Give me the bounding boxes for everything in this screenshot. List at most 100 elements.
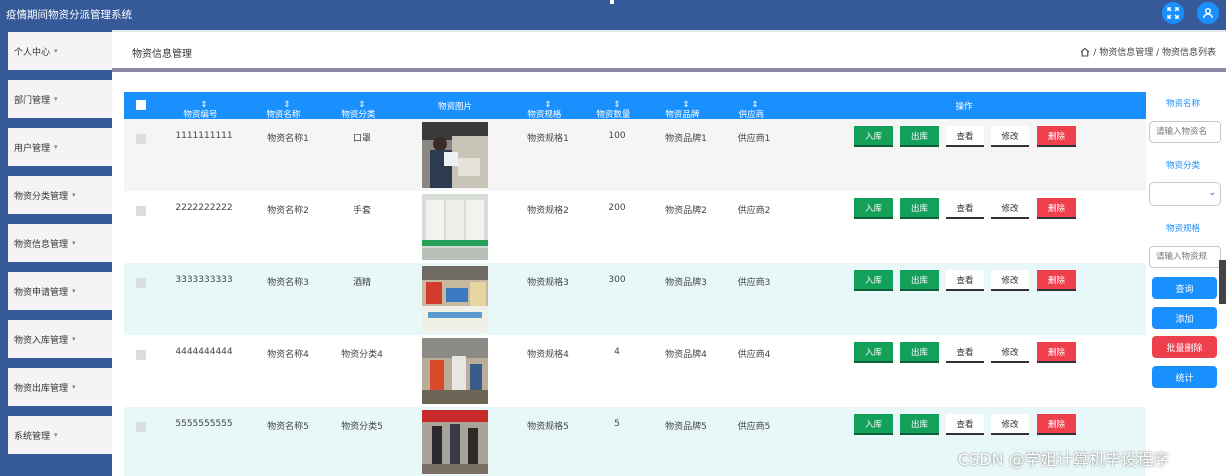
batch-delete-button[interactable]: 批量删除 — [1152, 336, 1217, 358]
cell-code: 2222222222 — [175, 203, 233, 213]
stock-out-button[interactable]: 出库 — [900, 414, 939, 435]
sidebar-item-materials[interactable]: 物资信息管理 ▾ — [8, 224, 112, 262]
caret-down-icon: ▾ — [72, 383, 76, 391]
caret-down-icon: ▾ — [72, 287, 76, 295]
sidebar-item-profile[interactable]: 个人中心 ▾ — [8, 32, 112, 70]
delete-button[interactable]: 删除 — [1037, 414, 1076, 435]
table-row: 2222222222 物资名称2 手套 物资规格2 200 物资品牌2 供应商2… — [124, 191, 1146, 263]
material-photo[interactable] — [422, 338, 488, 404]
breadcrumb-bar: 物资信息管理 / 物资信息管理 / 物资信息列表 — [112, 32, 1226, 68]
sidebar-item-department[interactable]: 部门管理 ▾ — [8, 80, 112, 118]
table-row: 3333333333 物资名称3 酒精 物资规格3 300 物资品牌3 供应商3… — [124, 263, 1146, 335]
cell-category: 物资分类5 — [341, 422, 383, 432]
view-button[interactable]: 查看 — [946, 198, 984, 219]
cell-spec: 物资规格4 — [527, 350, 569, 360]
caret-down-icon: ▾ — [72, 239, 76, 247]
chevron-down-icon: ⌄ — [1208, 188, 1216, 198]
sidebar-item-label: 部门管理 — [14, 95, 51, 106]
edit-button[interactable]: 修改 — [991, 414, 1029, 435]
category-filter-select[interactable]: ⌄ — [1149, 182, 1221, 206]
view-button[interactable]: 查看 — [946, 342, 984, 363]
select-all-checkbox[interactable] — [136, 100, 146, 110]
sidebar-item-label: 系统管理 — [14, 431, 51, 442]
sidebar-item-users[interactable]: 用户管理 ▾ — [8, 128, 112, 166]
column-header-category[interactable]: 物资分类 ⇕ — [341, 100, 375, 120]
spec-filter-label: 物资规格 — [1166, 224, 1201, 234]
stock-in-button[interactable]: 入库 — [854, 414, 893, 435]
stock-in-button[interactable]: 入库 — [854, 270, 893, 291]
cell-supplier: 供应商5 — [737, 422, 771, 432]
cell-name: 物资名称1 — [267, 134, 309, 144]
view-button[interactable]: 查看 — [946, 126, 984, 147]
name-filter-input[interactable] — [1149, 121, 1221, 143]
edit-button[interactable]: 修改 — [991, 342, 1029, 363]
home-icon[interactable] — [1080, 47, 1090, 57]
sidebar-item-label: 物资信息管理 — [14, 239, 69, 250]
sidebar-item-stock-in[interactable]: 物资入库管理 ▾ — [8, 320, 112, 358]
stock-out-button[interactable]: 出库 — [900, 270, 939, 291]
sidebar-item-requests[interactable]: 物资申请管理 ▾ — [8, 272, 112, 310]
column-header-brand[interactable]: 物资品牌 ⇕ — [665, 100, 699, 120]
cell-supplier: 供应商2 — [737, 206, 771, 216]
edit-button[interactable]: 修改 — [991, 198, 1029, 219]
material-photo[interactable] — [422, 266, 488, 332]
sidebar-item-category[interactable]: 物资分类管理 ▾ — [8, 176, 112, 214]
row-checkbox[interactable] — [136, 422, 146, 432]
edit-button[interactable]: 修改 — [991, 270, 1029, 291]
user-icon — [1203, 8, 1213, 19]
row-checkbox[interactable] — [136, 134, 146, 144]
material-photo[interactable] — [422, 122, 488, 188]
stock-out-button[interactable]: 出库 — [900, 198, 939, 219]
cell-brand: 物资品牌4 — [665, 350, 707, 360]
add-button[interactable]: 添加 — [1152, 307, 1217, 329]
material-photo[interactable] — [422, 194, 488, 260]
view-button[interactable]: 查看 — [946, 414, 984, 435]
sidebar-item-label: 物资入库管理 — [14, 335, 69, 346]
breadcrumb-path[interactable]: / 物资信息管理 / 物资信息列表 — [1093, 45, 1216, 58]
stats-button[interactable]: 统计 — [1152, 366, 1217, 388]
column-header-supplier[interactable]: 供应商 ⇕ — [739, 100, 765, 120]
column-header-spec[interactable]: 物资规格 ⇕ — [527, 100, 561, 120]
sidebar: 个人中心 ▾ 部门管理 ▾ 用户管理 ▾ 物资分类管理 ▾ 物资信息管理 ▾ 物资申请管理… — [0, 30, 112, 476]
cell-category: 口罩 — [352, 134, 372, 144]
table-row: 1111111111 物资名称1 口罩 物资规格1 100 物资品牌1 供应商1… — [124, 119, 1146, 191]
cell-brand: 物资品牌5 — [665, 422, 707, 432]
column-header-name[interactable]: 物资名称 ⇕ — [266, 100, 300, 120]
column-header-code[interactable]: 物资编号 ⇕ — [183, 100, 217, 120]
spec-filter-input[interactable] — [1149, 246, 1221, 268]
sidebar-item-label: 个人中心 — [14, 47, 51, 58]
view-button[interactable]: 查看 — [946, 270, 984, 291]
caret-down-icon: ▾ — [72, 335, 76, 343]
row-checkbox[interactable] — [136, 278, 146, 288]
sidebar-item-stock-out[interactable]: 物资出库管理 ▾ — [8, 368, 112, 406]
delete-button[interactable]: 删除 — [1037, 270, 1076, 291]
watermark-text: CSDN @学姐计算机毕设程序 — [958, 450, 1169, 469]
cell-name: 物资名称3 — [267, 278, 309, 288]
cell-category: 酒精 — [352, 278, 372, 288]
cell-code: 3333333333 — [175, 275, 233, 285]
delete-button[interactable]: 删除 — [1037, 198, 1076, 219]
edit-button[interactable]: 修改 — [991, 126, 1029, 147]
user-avatar-button[interactable] — [1197, 2, 1219, 24]
row-checkbox[interactable] — [136, 350, 146, 360]
row-checkbox[interactable] — [136, 206, 146, 216]
column-header-qty[interactable]: 物资数量 ⇕ — [596, 100, 630, 120]
material-photo[interactable] — [422, 410, 488, 474]
sidebar-item-label: 物资申请管理 — [14, 287, 69, 298]
fullscreen-button[interactable] — [1162, 2, 1184, 24]
delete-button[interactable]: 删除 — [1037, 342, 1076, 363]
stock-in-button[interactable]: 入库 — [854, 198, 893, 219]
stock-in-button[interactable]: 入库 — [854, 126, 893, 147]
delete-button[interactable]: 删除 — [1037, 126, 1076, 147]
cell-brand: 物资品牌1 — [665, 134, 707, 144]
top-bar: 疫情期间物资分派管理系统 — [0, 0, 1226, 30]
category-filter-label: 物资分类 — [1166, 161, 1201, 171]
query-button[interactable]: 查询 — [1152, 277, 1217, 299]
cell-qty: 4 — [614, 347, 620, 357]
stock-in-button[interactable]: 入库 — [854, 342, 893, 363]
stock-out-button[interactable]: 出库 — [900, 126, 939, 147]
sidebar-item-label: 物资出库管理 — [14, 383, 69, 394]
stock-out-button[interactable]: 出库 — [900, 342, 939, 363]
sidebar-item-system[interactable]: 系统管理 ▾ — [8, 416, 112, 454]
scrollbar-thumb[interactable] — [1219, 260, 1226, 304]
